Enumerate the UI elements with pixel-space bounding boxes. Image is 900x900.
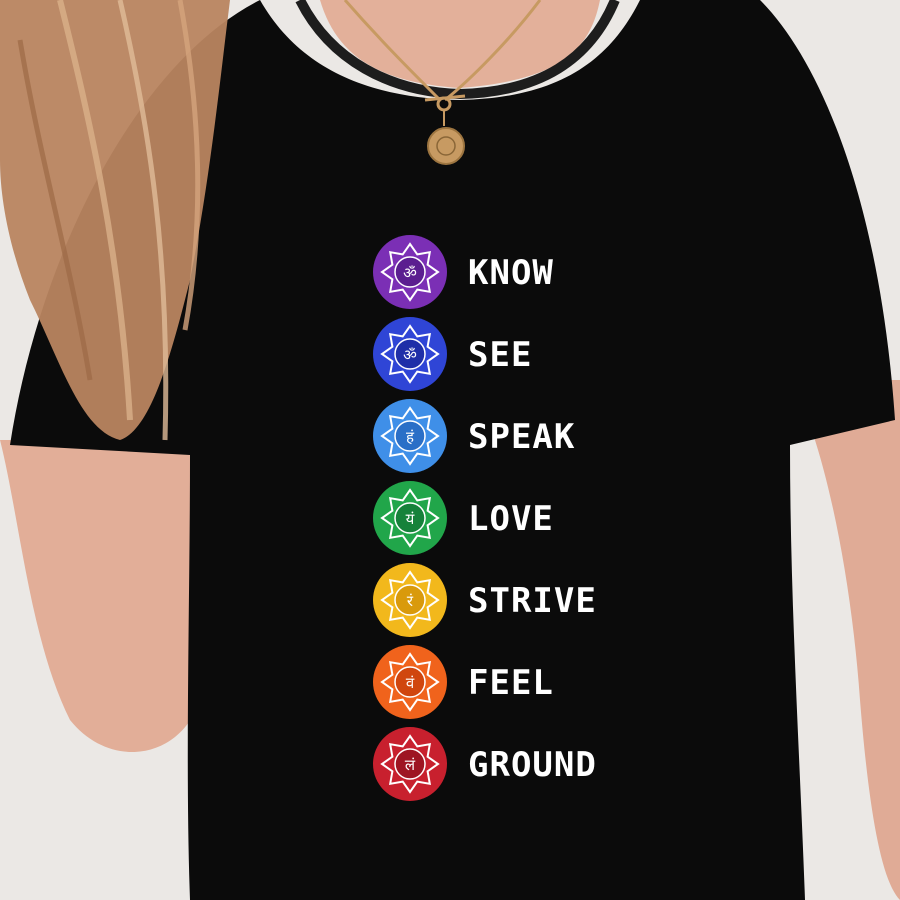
chakra-row: वं FEEL: [372, 644, 632, 726]
chakra-glyph: हं: [406, 428, 415, 446]
chakra-word: KNOW: [468, 253, 554, 293]
product-photo: ॐ KNOW ॐ SEE हं SPEAK यं LOVE रं STRIVE वं FEEL लं GR…: [0, 0, 900, 900]
chakra-symbol-icon: वं: [373, 645, 447, 719]
chakra-row: ॐ KNOW: [372, 234, 632, 316]
chakra-word: STRIVE: [468, 581, 597, 621]
chakra-glyph: ॐ: [403, 264, 417, 282]
chakra-symbol-icon: ॐ: [373, 317, 447, 391]
chakra-glyph: लं: [405, 756, 416, 774]
chakra-symbol-icon: ॐ: [373, 235, 447, 309]
chakra-glyph: ॐ: [403, 346, 417, 364]
chakra-row: यं LOVE: [372, 480, 632, 562]
chakra-word: SPEAK: [468, 417, 576, 457]
chakra-row: लं GROUND: [372, 726, 632, 808]
chakra-glyph: वं: [406, 674, 415, 692]
chakra-word: LOVE: [468, 499, 554, 539]
chakra-symbol-icon: लं: [373, 727, 447, 801]
chakra-print: ॐ KNOW ॐ SEE हं SPEAK यं LOVE रं STRIVE वं FEEL लं GR…: [372, 234, 632, 808]
chakra-symbol-icon: यं: [373, 481, 447, 555]
chakra-glyph: यं: [406, 510, 415, 528]
chakra-word: FEEL: [468, 663, 554, 703]
chakra-glyph: रं: [407, 592, 414, 610]
chakra-word: GROUND: [468, 745, 597, 785]
chakra-symbol-icon: रं: [373, 563, 447, 637]
chakra-row: रं STRIVE: [372, 562, 632, 644]
chakra-word: SEE: [468, 335, 533, 375]
chakra-row: हं SPEAK: [372, 398, 632, 480]
pendant: [427, 127, 465, 165]
chakra-row: ॐ SEE: [372, 316, 632, 398]
chakra-symbol-icon: हं: [373, 399, 447, 473]
